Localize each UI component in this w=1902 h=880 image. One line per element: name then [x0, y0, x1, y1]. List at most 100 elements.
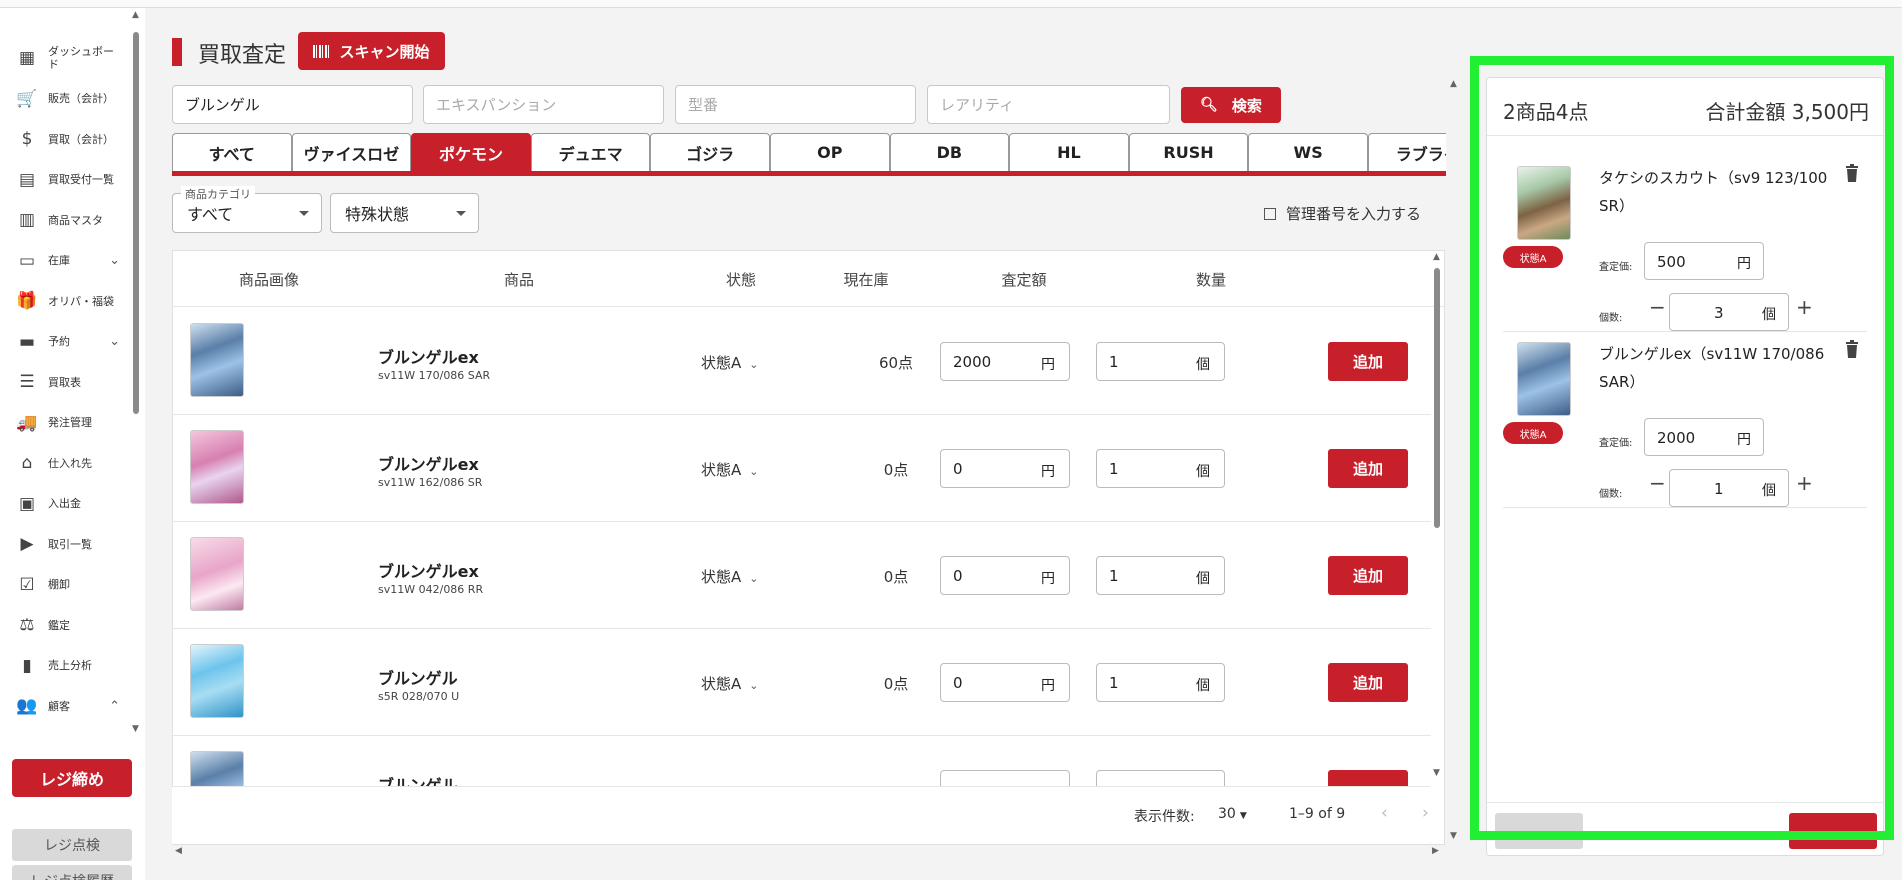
- state-badge: 状態A: [1503, 246, 1563, 268]
- category-select[interactable]: 商品カテゴリ すべて: [172, 186, 322, 233]
- state-select[interactable]: 状態A ⌄: [701, 352, 758, 373]
- chevron-icon[interactable]: ⌄: [109, 253, 120, 268]
- table-scroll-thumb[interactable]: [1434, 268, 1440, 528]
- scroll-right-arrow-icon[interactable]: ▶: [1432, 846, 1439, 856]
- sidebar-item-8[interactable]: ☰ 買取表: [0, 362, 130, 403]
- manage-number-toggle[interactable]: 管理番号を入力する: [1264, 203, 1421, 224]
- appraisal-price-input[interactable]: 2000 円: [940, 342, 1070, 381]
- sidebar-item-14[interactable]: ⚖ 鑑定: [0, 605, 130, 646]
- sidebar-item-7[interactable]: ▬ 予約 ⌄: [0, 322, 130, 363]
- model-number-input[interactable]: 型番: [675, 85, 916, 124]
- cart-icon: 🛒: [16, 88, 38, 109]
- tab-6[interactable]: DB: [889, 133, 1010, 171]
- sidebar-scrollbar[interactable]: ▲ ▼: [131, 10, 141, 734]
- cart-price-input[interactable]: 2000 円: [1644, 418, 1764, 456]
- sidebar-item-4[interactable]: ▥ 商品マスタ: [0, 200, 130, 241]
- quantity-input[interactable]: 1個: [1096, 449, 1225, 488]
- close-register-button[interactable]: レジ締め: [12, 759, 132, 797]
- special-state-select[interactable]: 特殊状態: [330, 193, 479, 233]
- expansion-input[interactable]: エキスパンション: [423, 85, 664, 124]
- sidebar-item-11[interactable]: ▣ 入出金: [0, 484, 130, 525]
- add-button[interactable]: 追加: [1328, 449, 1408, 488]
- table-scroll-down-icon[interactable]: ▼: [1433, 768, 1440, 778]
- sidebar-item-2[interactable]: $ 買取（会計）: [0, 119, 130, 160]
- column-header-price: 査定額: [1001, 271, 1047, 289]
- quantity-input[interactable]: 1個: [1096, 663, 1225, 702]
- appraisal-price-input[interactable]: 0円: [940, 449, 1070, 488]
- table-scroll-up-icon[interactable]: ▲: [1433, 252, 1440, 262]
- search-button[interactable]: 🔍︎ 検索: [1181, 87, 1281, 123]
- next-page-icon[interactable]: ›: [1422, 803, 1429, 823]
- main-scroll-down-arrow-icon[interactable]: ▼: [1450, 831, 1457, 841]
- trash-icon[interactable]: [1845, 164, 1859, 182]
- tab-8[interactable]: RUSH: [1128, 133, 1249, 171]
- quantity-input[interactable]: 1個: [1096, 342, 1225, 381]
- sidebar-item-13[interactable]: ☑ 棚卸: [0, 565, 130, 606]
- tab-0[interactable]: すべて: [172, 133, 292, 171]
- tab-5[interactable]: OP: [769, 133, 890, 171]
- register-check-button[interactable]: レジ点検: [12, 829, 132, 861]
- trash-icon[interactable]: [1845, 340, 1859, 358]
- scroll-up-arrow-icon[interactable]: ▲: [132, 10, 139, 20]
- quantity-unit: 個: [1196, 357, 1210, 373]
- add-button[interactable]: 追加: [1328, 342, 1408, 381]
- price-value: 2000: [953, 353, 992, 371]
- tab-4[interactable]: ゴジラ: [650, 133, 770, 171]
- quantity-input[interactable]: 1個: [1096, 556, 1225, 595]
- chevron-icon[interactable]: ⌄: [109, 334, 120, 349]
- sidebar-item-10[interactable]: ⌂ 仕入れ先: [0, 443, 130, 484]
- tab-7[interactable]: HL: [1009, 133, 1129, 171]
- sidebar-item-9[interactable]: 🚚 発注管理: [0, 403, 130, 444]
- minus-icon[interactable]: −: [1649, 295, 1666, 319]
- table-scrollbar[interactable]: ▲ ▼: [1430, 250, 1444, 780]
- page-title: 買取査定: [198, 43, 287, 68]
- sidebar-item-15[interactable]: ▮ 売上分析: [0, 646, 130, 687]
- rarity-input[interactable]: レアリティ: [927, 85, 1170, 124]
- quantity-label: 個数:: [1599, 489, 1623, 500]
- sidebar-item-16[interactable]: 👥 顧客 ⌃: [0, 686, 130, 727]
- appraisal-price-input[interactable]: 0円: [940, 663, 1070, 702]
- scroll-left-arrow-icon[interactable]: ◀: [175, 846, 182, 856]
- sidebar-item-12[interactable]: ▶ 取引一覧: [0, 524, 130, 565]
- add-button[interactable]: 追加: [1328, 556, 1408, 595]
- register-check-history-button[interactable]: レジ点検履歴: [12, 865, 132, 880]
- state-value: 状態A: [701, 568, 742, 586]
- sidebar-item-6[interactable]: 🎁 オリパ・福袋: [0, 281, 130, 322]
- yen-unit: 円: [1737, 256, 1751, 272]
- tab-1[interactable]: ヴァイスロゼ: [291, 133, 412, 171]
- sidebar-item-0[interactable]: ▦ ダッシュボード: [0, 38, 130, 79]
- tab-10[interactable]: ラブライ: [1367, 133, 1446, 171]
- cart-price-input[interactable]: 500 円: [1644, 242, 1764, 280]
- state-select[interactable]: 状態A ⌄: [701, 459, 758, 480]
- minus-icon[interactable]: −: [1649, 471, 1666, 495]
- cart-quantity-input[interactable]: 3個: [1669, 293, 1789, 331]
- column-header-product: 商品: [503, 271, 535, 289]
- cart-quantity-input[interactable]: 1個: [1669, 469, 1789, 507]
- tab-3[interactable]: デュエマ: [530, 133, 651, 171]
- sidebar-scroll-thumb[interactable]: [133, 32, 139, 414]
- product-name-input[interactable]: ブルンゲル: [172, 85, 413, 124]
- prev-page-icon[interactable]: ‹: [1381, 803, 1388, 823]
- sidebar-item-5[interactable]: ▭ 在庫 ⌄: [0, 241, 130, 282]
- appraisal-price-input[interactable]: 0円: [940, 556, 1070, 595]
- cart-total: 合計金額 3,500円: [1705, 100, 1869, 124]
- add-button[interactable]: 追加: [1328, 663, 1408, 702]
- state-select[interactable]: 状態A ⌄: [701, 673, 758, 694]
- plus-icon[interactable]: +: [1796, 471, 1813, 495]
- scroll-down-arrow-icon[interactable]: ▼: [132, 724, 139, 734]
- title-accent-bar: [172, 38, 182, 66]
- sidebar-item-3[interactable]: ▤ 買取受付一覧: [0, 160, 130, 201]
- state-value: 状態A: [701, 354, 742, 372]
- manage-number-checkbox[interactable]: [1264, 207, 1276, 220]
- tab-2[interactable]: ポケモン: [411, 133, 531, 171]
- scan-start-button[interactable]: スキャン開始: [298, 32, 445, 70]
- cart-confirm-button[interactable]: [1789, 813, 1877, 849]
- rows-per-page-select[interactable]: 30 ▼: [1218, 806, 1247, 822]
- chevron-icon[interactable]: ⌃: [109, 699, 120, 714]
- cart-secondary-button[interactable]: [1495, 813, 1583, 849]
- main-scroll-up-arrow-icon[interactable]: ▲: [1450, 79, 1457, 89]
- sidebar-item-1[interactable]: 🛒 販売（会計）: [0, 79, 130, 120]
- tab-9[interactable]: WS: [1248, 133, 1368, 171]
- plus-icon[interactable]: +: [1796, 295, 1813, 319]
- state-select[interactable]: 状態A ⌄: [701, 566, 758, 587]
